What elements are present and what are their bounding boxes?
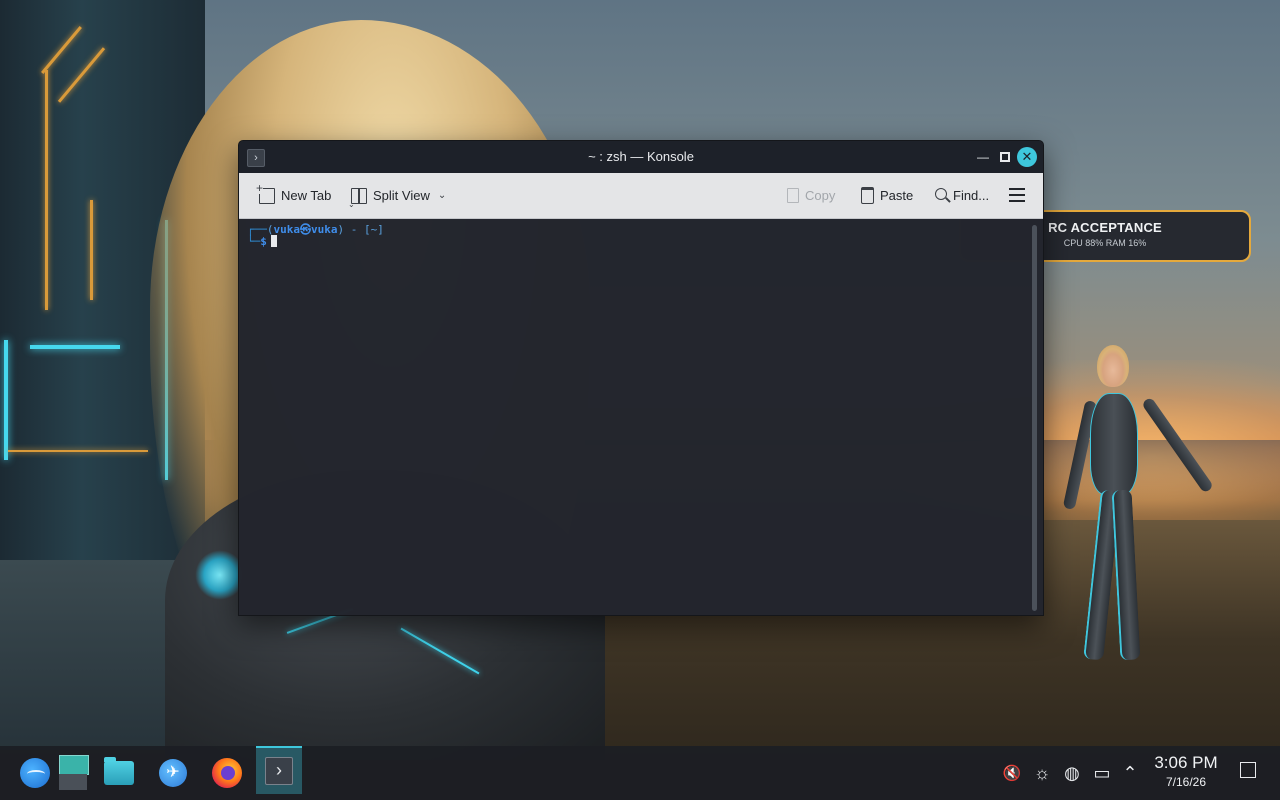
new-tab-button[interactable]: New Tab ⌄ bbox=[256, 173, 355, 218]
paste-icon bbox=[861, 187, 874, 204]
konsole-toolbar: New Tab ⌄ Split View ⌄ Copy Paste Find..… bbox=[239, 173, 1043, 219]
prompt-paren-close: ) bbox=[337, 223, 345, 236]
file-manager-button[interactable] bbox=[96, 750, 142, 796]
hamburger-menu-icon[interactable] bbox=[1009, 188, 1025, 202]
new-tab-icon bbox=[256, 181, 275, 204]
window-title: ~ : zsh — Konsole bbox=[588, 149, 694, 164]
copy-icon bbox=[787, 188, 799, 203]
character-torso bbox=[1090, 393, 1138, 495]
maximize-button[interactable] bbox=[996, 148, 1014, 166]
split-view-icon bbox=[351, 187, 367, 204]
chevron-up-icon[interactable]: ⌃ bbox=[1118, 746, 1142, 800]
window-titlebar[interactable]: › ~ : zsh — Konsole — ✕ bbox=[239, 141, 1043, 173]
prompt-corner-bottom: └─ bbox=[247, 235, 261, 248]
terminal-scrollbar[interactable] bbox=[1032, 225, 1037, 611]
digital-clock[interactable]: 3:06 PM 7/16/26 bbox=[1148, 752, 1224, 790]
minimize-button[interactable]: — bbox=[974, 148, 992, 166]
display-icon[interactable]: ▭ bbox=[1090, 746, 1114, 800]
character-leg-right bbox=[1111, 489, 1141, 661]
clock-time: 3:06 PM bbox=[1154, 753, 1218, 772]
clock-date: 7/16/26 bbox=[1165, 775, 1207, 789]
desktop-pager-button[interactable] bbox=[50, 750, 96, 796]
show-desktop-icon[interactable] bbox=[1240, 762, 1256, 778]
plane-app-button[interactable]: ✈ bbox=[150, 750, 196, 796]
plane-icon: ✈ bbox=[159, 759, 187, 787]
taskbar: ✈ › 🔇 ☼ ◍ ▭ ⌃ 3:06 PM 7/16/26 bbox=[0, 746, 1280, 800]
split-view-label: Split View bbox=[373, 188, 430, 203]
terminal-cursor bbox=[270, 235, 277, 247]
paste-label: Paste bbox=[880, 188, 914, 203]
folder-icon bbox=[104, 757, 134, 785]
virtual-desktop-icon bbox=[59, 755, 89, 791]
prompt-user-host: vuka㉿vuka bbox=[273, 223, 338, 236]
brightness-icon[interactable]: ☼ bbox=[1030, 746, 1054, 800]
kali-dragon-icon bbox=[20, 758, 50, 788]
close-button[interactable]: ✕ bbox=[1017, 147, 1037, 167]
prompt-line-2: └─$ bbox=[247, 235, 277, 248]
character-head bbox=[1097, 345, 1129, 387]
firefox-button[interactable] bbox=[204, 750, 250, 796]
terminal-area[interactable]: ┌──(vuka㉿vuka) - [~] └─$ bbox=[239, 219, 1043, 615]
chevron-down-icon[interactable]: ⌄ bbox=[438, 190, 446, 201]
prompt-dash: - bbox=[350, 223, 358, 236]
firefox-icon bbox=[212, 758, 242, 788]
konsole-window[interactable]: › ~ : zsh — Konsole — ✕ New Tab ⌄ Split … bbox=[238, 140, 1044, 616]
prompt-directory: [~] bbox=[363, 223, 384, 236]
volume-muted-icon[interactable]: 🔇 bbox=[1000, 746, 1024, 800]
search-icon bbox=[935, 188, 947, 200]
desktop-character-widget[interactable] bbox=[1052, 345, 1215, 670]
paste-button[interactable]: Paste bbox=[861, 173, 913, 218]
copy-label: Copy bbox=[805, 188, 836, 203]
find-button[interactable]: Find... bbox=[935, 173, 989, 218]
split-view-button[interactable]: Split View ⌄ bbox=[351, 173, 446, 218]
copy-button[interactable]: Copy bbox=[787, 173, 835, 218]
network-globe-icon[interactable]: ◍ bbox=[1060, 746, 1084, 800]
konsole-icon: › bbox=[265, 757, 293, 785]
konsole-task-button[interactable]: › bbox=[256, 746, 302, 794]
find-label: Find... bbox=[953, 188, 990, 203]
new-tab-label: New Tab bbox=[281, 188, 332, 203]
maximize-icon bbox=[1000, 151, 1010, 162]
prompt-symbol: $ bbox=[260, 235, 267, 248]
